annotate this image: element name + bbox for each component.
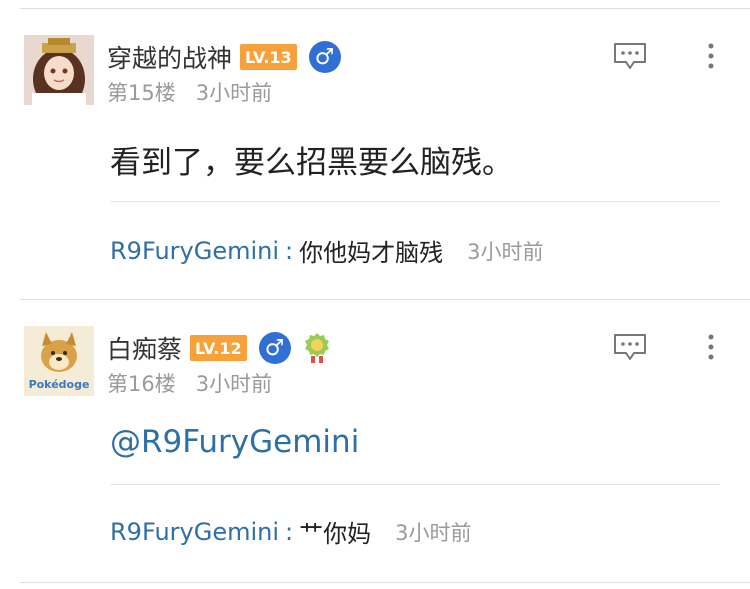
- reply-item[interactable]: R9FuryGemini : 艹你妈 3小时前: [110, 514, 471, 549]
- reply-time: 3小时前: [395, 520, 472, 545]
- floor-number: 第16楼: [107, 372, 176, 396]
- post-floor-15: 穿越的战神 LV.13 ♂ 第15楼 3小时前 看到了，要么招黑要么脑残。 R9…: [0, 9, 750, 299]
- post-mention-link[interactable]: @R9FuryGemini: [110, 424, 359, 460]
- reply-text: 艹你妈: [299, 520, 372, 548]
- meta-row: 第15楼 3小时前: [107, 77, 272, 107]
- reply-text: 你他妈才脑残: [299, 239, 444, 267]
- reply-divider: [110, 201, 720, 202]
- avatar[interactable]: [24, 35, 94, 105]
- avatar[interactable]: Pokédoge: [24, 326, 94, 396]
- reply-divider: [110, 484, 720, 485]
- reply-colon: :: [285, 517, 294, 546]
- post-floor-16: Pokédoge 白痴蔡 LV.12 ♂ 第16楼 3小时前 @R9FuryGe…: [0, 300, 750, 583]
- more-options-icon[interactable]: [706, 42, 716, 72]
- level-badge: LV.12: [190, 335, 247, 361]
- post-time: 3小时前: [195, 372, 273, 396]
- reply-username[interactable]: R9FuryGemini: [110, 237, 279, 265]
- reply-colon: :: [285, 236, 294, 265]
- name-row: 穿越的战神 LV.13 ♂: [107, 39, 341, 75]
- username[interactable]: 白痴蔡: [107, 330, 182, 366]
- name-row: 白痴蔡 LV.12 ♂: [107, 330, 331, 366]
- comment-icon[interactable]: [613, 42, 647, 70]
- meta-row: 第16楼 3小时前: [107, 368, 272, 398]
- level-badge: LV.13: [240, 44, 297, 70]
- medal-icon: [303, 332, 331, 364]
- reply-time: 3小时前: [467, 239, 544, 264]
- male-gender-icon: ♂: [258, 332, 291, 364]
- reply-username[interactable]: R9FuryGemini: [110, 518, 279, 546]
- post-content: 看到了，要么招黑要么脑残。: [110, 145, 513, 181]
- username[interactable]: 穿越的战神: [107, 39, 232, 75]
- post-divider: [20, 582, 750, 583]
- more-options-icon[interactable]: [706, 333, 716, 363]
- male-gender-icon: ♂: [308, 41, 341, 73]
- post-time: 3小时前: [195, 81, 273, 105]
- comment-icon[interactable]: [613, 333, 647, 361]
- svg-text:Pokédoge: Pokédoge: [29, 378, 90, 391]
- floor-number: 第15楼: [107, 81, 176, 105]
- reply-item[interactable]: R9FuryGemini : 你他妈才脑残 3小时前: [110, 233, 543, 268]
